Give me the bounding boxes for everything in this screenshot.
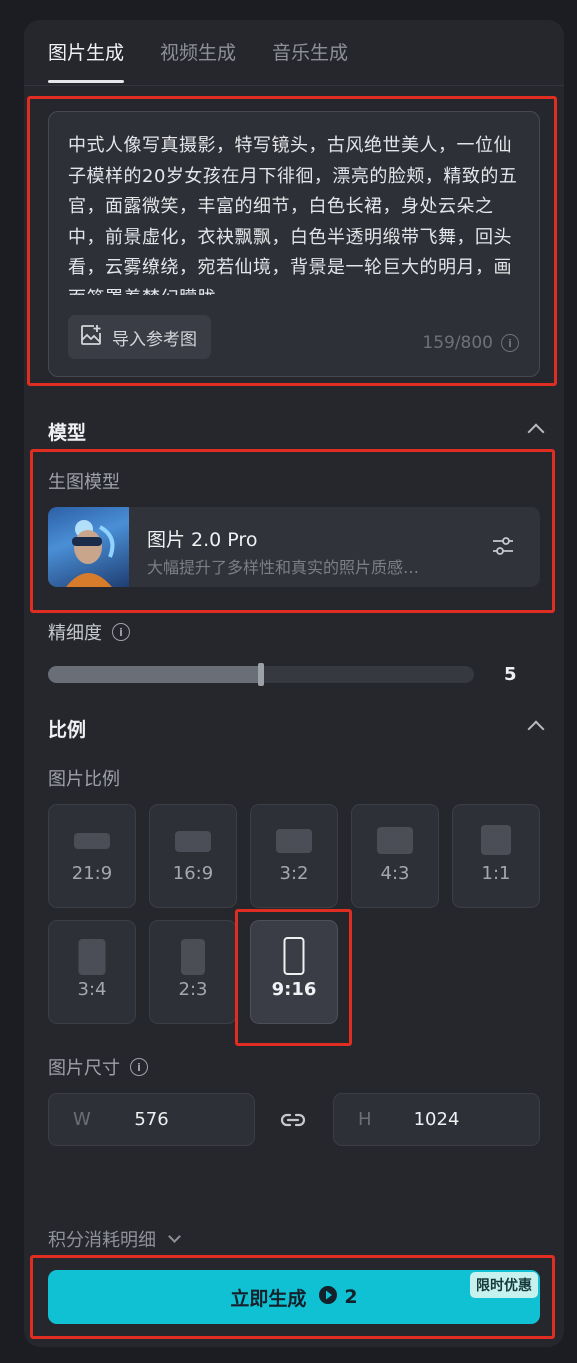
ratio-shape: [78, 939, 106, 975]
fineness-label-row: 精细度 i: [48, 619, 130, 645]
ratio-option-9-16[interactable]: 9:16: [250, 920, 338, 1024]
ratio-label-text: 1:1: [481, 863, 511, 884]
fineness-label: 精细度: [48, 623, 102, 644]
ratio-label-text: 3:2: [279, 863, 309, 884]
ratio-label-text: 9:16: [271, 979, 317, 1000]
ratio-option-16-9[interactable]: 16:9: [149, 804, 237, 908]
prompt-input-box[interactable]: 中式人像写真摄影，特写镜头，古风绝世美人，一位仙子模样的20岁女孩在月下徘徊，漂…: [48, 111, 540, 377]
ratio-label-text: 16:9: [172, 863, 214, 884]
model-thumbnail: [48, 507, 129, 587]
import-reference-button[interactable]: 导入参考图: [68, 315, 211, 359]
ratio-shape: [175, 831, 211, 852]
ratio-option-2-3[interactable]: 2:3: [149, 920, 237, 1024]
ratio-label-text: 21:9: [71, 863, 113, 884]
tab-bar: 图片生成 视频生成 音乐生成: [48, 40, 348, 86]
info-icon[interactable]: i: [501, 334, 519, 352]
ratio-shape: [74, 833, 110, 849]
height-value[interactable]: 1024: [334, 1109, 539, 1130]
ratio-option-3-4[interactable]: 3:4: [48, 920, 136, 1024]
credits-detail-toggle[interactable]: 积分消耗明细: [48, 1226, 181, 1252]
ratio-label-text: 3:4: [77, 979, 107, 1000]
width-input[interactable]: W 576: [48, 1093, 255, 1146]
ratio-label-text: 2:3: [178, 979, 208, 1000]
model-label: 生图模型: [48, 472, 120, 493]
fineness-slider[interactable]: [48, 663, 474, 686]
slider-handle[interactable]: [258, 663, 264, 686]
link-icon[interactable]: [280, 1108, 306, 1136]
import-reference-label: 导入参考图: [112, 329, 197, 350]
tab-divider: [24, 85, 564, 86]
prompt-text[interactable]: 中式人像写真摄影，特写镜头，古风绝世美人，一位仙子模样的20岁女孩在月下徘徊，漂…: [68, 131, 520, 295]
ratio-shape: [377, 827, 413, 854]
tab-image-generation[interactable]: 图片生成: [48, 40, 125, 86]
info-icon[interactable]: i: [112, 623, 130, 641]
model-section-title: 模型: [48, 422, 87, 444]
generate-label: 立即生成: [230, 1287, 307, 1310]
slider-fill: [48, 666, 261, 683]
ratio-label-text: 4:3: [380, 863, 410, 884]
counter-text: 159/800: [422, 333, 493, 353]
ratio-shape: [181, 939, 205, 975]
size-label: 图片尺寸: [48, 1058, 120, 1079]
ratio-shape: [283, 937, 305, 975]
ratio-section-title: 比例: [48, 719, 87, 741]
ratio-option-21-9[interactable]: 21:9: [48, 804, 136, 908]
ratio-option-4-3[interactable]: 4:3: [351, 804, 439, 908]
ratio-label: 图片比例: [48, 769, 120, 790]
credits-label: 积分消耗明细: [48, 1230, 156, 1251]
chevron-down-icon: [168, 1230, 181, 1243]
ratio-shape: [481, 825, 511, 855]
collapse-ratio-chevron-icon[interactable]: [527, 720, 545, 738]
model-name: 图片 2.0 Pro: [147, 529, 258, 551]
fineness-value: 5: [504, 664, 517, 685]
generation-panel: 图片生成 视频生成 音乐生成 中式人像写真摄影，特写镜头，古风绝世美人，一位仙子…: [24, 20, 564, 1347]
tab-video-generation[interactable]: 视频生成: [160, 40, 236, 86]
image-add-icon: [80, 324, 102, 351]
model-description: 大幅提升了多样性和真实的照片质感…: [147, 558, 420, 577]
info-icon[interactable]: i: [130, 1058, 148, 1076]
sliders-settings-icon[interactable]: [492, 535, 514, 561]
generate-cost: 2: [318, 1285, 358, 1310]
generate-button[interactable]: 立即生成 2 限时优惠: [48, 1270, 540, 1324]
size-label-row: 图片尺寸 i: [48, 1054, 148, 1080]
tab-music-generation[interactable]: 音乐生成: [272, 40, 348, 86]
collapse-model-chevron-icon[interactable]: [527, 423, 545, 441]
character-counter: 159/800 i: [422, 333, 519, 353]
height-input[interactable]: H 1024: [333, 1093, 540, 1146]
width-value[interactable]: 576: [49, 1109, 254, 1130]
ratio-shape: [276, 829, 312, 853]
promo-badge: 限时优惠: [470, 1272, 538, 1298]
model-card[interactable]: 图片 2.0 Pro 大幅提升了多样性和真实的照片质感…: [48, 507, 540, 587]
cost-value: 2: [344, 1286, 358, 1308]
credit-icon: [318, 1285, 338, 1310]
ratio-option-3-2[interactable]: 3:2: [250, 804, 338, 908]
ratio-option-1-1[interactable]: 1:1: [452, 804, 540, 908]
